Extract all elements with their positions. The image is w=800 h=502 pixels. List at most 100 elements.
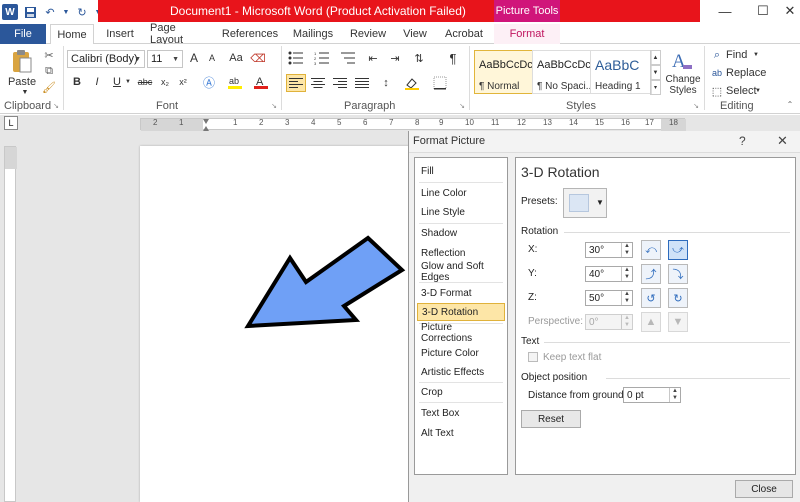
category-text-box[interactable]: Text Box xyxy=(417,404,505,422)
align-right-button[interactable] xyxy=(330,74,350,92)
increase-indent-icon[interactable]: ⇥ xyxy=(386,50,404,66)
category-fill[interactable]: Fill xyxy=(417,162,505,180)
category-alt-text[interactable]: Alt Text xyxy=(417,424,505,442)
multilevel-list-icon[interactable] xyxy=(338,50,358,66)
shrink-font-button[interactable]: A xyxy=(204,50,220,66)
rotate-down-icon[interactable]: ⤵ xyxy=(668,264,688,284)
perspective-input[interactable]: 0° ▲ ▼ xyxy=(585,314,633,330)
bullets-icon[interactable] xyxy=(286,50,306,66)
chevron-down-icon[interactable]: ▼ xyxy=(124,74,132,90)
decrease-indent-icon[interactable]: ⇤ xyxy=(364,50,382,66)
style-normal[interactable]: AaBbCcDc ¶ Normal xyxy=(474,50,536,94)
grow-font-button[interactable]: A xyxy=(186,50,202,66)
rotate-counterclockwise-icon[interactable]: ↺ xyxy=(641,288,661,308)
italic-button[interactable]: I xyxy=(90,74,104,90)
tab-insert[interactable]: Insert xyxy=(102,24,138,44)
undo-icon[interactable]: ↶ xyxy=(42,4,58,20)
category-3d-format[interactable]: 3-D Format xyxy=(417,284,505,302)
save-icon[interactable] xyxy=(22,4,38,20)
y-rotation-input[interactable]: 40° ▲ ▼ xyxy=(585,266,633,282)
paragraph-launcher-icon[interactable]: ↘ xyxy=(458,102,466,110)
clear-formatting-icon[interactable]: ⌫ xyxy=(250,50,266,66)
style-no-spacing[interactable]: AaBbCcDc ¶ No Spaci... xyxy=(532,50,594,94)
tab-mailings[interactable]: Mailings xyxy=(290,24,336,44)
chevron-down-icon[interactable]: ▼ xyxy=(62,4,70,20)
spinner-arrows-icon[interactable]: ▲ ▼ xyxy=(621,291,632,305)
keep-text-flat-checkbox[interactable] xyxy=(528,352,538,362)
close-icon[interactable]: ✕ xyxy=(777,133,788,149)
category-glow-soft-edges[interactable]: Glow and Soft Edges xyxy=(417,261,505,283)
tab-page-layout[interactable]: Page Layout xyxy=(150,22,210,46)
spinner-arrows-icon[interactable]: ▲ ▼ xyxy=(669,388,680,402)
font-launcher-icon[interactable]: ↘ xyxy=(270,102,278,110)
highlight-icon[interactable]: ab xyxy=(226,74,244,90)
sort-icon[interactable]: ⇅ xyxy=(410,50,428,66)
replace-icon[interactable]: ab xyxy=(710,66,724,80)
x-rotation-input[interactable]: 30° ▲ ▼ xyxy=(585,242,633,258)
font-color-icon[interactable]: A xyxy=(252,74,270,90)
change-styles-icon[interactable]: A xyxy=(670,48,694,72)
style-heading-1[interactable]: AaBbC Heading 1 xyxy=(590,50,652,94)
horizontal-ruler[interactable]: 2 1 1 2 3 4 5 6 7 8 9 10 11 12 13 14 15 … xyxy=(140,118,686,131)
format-painter-icon[interactable]: 🖌 xyxy=(42,80,56,94)
redo-icon[interactable]: ↻ xyxy=(74,4,90,20)
tab-review[interactable]: Review xyxy=(348,24,388,44)
select-button[interactable]: Select xyxy=(726,84,757,98)
justify-button[interactable] xyxy=(352,74,372,92)
numbering-icon[interactable]: 123 xyxy=(312,50,332,66)
paste-dropdown-icon[interactable]: ▼ xyxy=(20,88,30,96)
category-picture-corrections[interactable]: Picture Corrections xyxy=(417,322,505,344)
category-crop[interactable]: Crop xyxy=(417,383,505,401)
font-name-dropdown[interactable]: Calibri (Body) ▼ xyxy=(67,50,145,68)
cut-icon[interactable]: ✂ xyxy=(42,48,56,62)
find-icon[interactable]: ⌕ xyxy=(710,48,724,62)
close-window-button[interactable]: ✕ xyxy=(772,0,800,22)
underline-button[interactable]: U xyxy=(110,74,124,90)
change-case-button[interactable]: Aa xyxy=(226,50,246,66)
superscript-button[interactable]: x² xyxy=(176,74,190,90)
line-spacing-icon[interactable]: ↕ xyxy=(376,74,396,92)
reset-button[interactable]: Reset xyxy=(521,410,581,428)
rotate-clockwise-icon[interactable]: ↻ xyxy=(668,288,688,308)
show-formatting-button[interactable]: ¶ xyxy=(444,50,462,66)
styles-scroll-up-icon[interactable]: ▲ xyxy=(650,50,661,65)
shading-icon[interactable] xyxy=(402,74,422,92)
styles-launcher-icon[interactable]: ↘ xyxy=(692,102,700,110)
category-3d-rotation[interactable]: 3-D Rotation xyxy=(417,303,505,321)
paste-icon[interactable] xyxy=(10,48,34,76)
tab-file[interactable]: File xyxy=(0,24,46,44)
tab-view[interactable]: View xyxy=(400,24,430,44)
subscript-button[interactable]: x₂ xyxy=(158,74,172,90)
replace-button[interactable]: Replace xyxy=(726,66,766,80)
tab-selector-button[interactable]: L xyxy=(4,116,18,130)
spinner-arrows-icon[interactable]: ▲ ▼ xyxy=(621,267,632,281)
widen-field-icon[interactable]: ▼ xyxy=(668,312,688,332)
rotate-left-icon[interactable]: ⤺ xyxy=(641,240,661,260)
change-styles-button[interactable]: Change Styles xyxy=(664,74,702,96)
borders-icon[interactable] xyxy=(430,74,450,92)
select-icon[interactable]: ⬚ xyxy=(710,84,724,98)
vertical-ruler[interactable] xyxy=(4,146,17,502)
help-icon[interactable]: ? xyxy=(739,134,746,148)
styles-scroll-down-icon[interactable]: ▼ xyxy=(650,65,661,80)
category-reflection[interactable]: Reflection xyxy=(417,244,505,262)
spinner-arrows-icon[interactable]: ▲ ▼ xyxy=(621,315,632,329)
tab-home[interactable]: Home xyxy=(50,24,94,45)
text-effects-icon[interactable]: Ⓐ xyxy=(200,74,218,90)
font-size-dropdown[interactable]: 11 ▼ xyxy=(147,50,183,68)
strikethrough-button[interactable]: abc xyxy=(136,74,154,90)
chevron-down-icon[interactable]: ▼ xyxy=(754,84,762,98)
tab-format[interactable]: Format xyxy=(494,24,560,44)
chevron-down-icon[interactable]: ▼ xyxy=(752,48,760,62)
clipboard-launcher-icon[interactable]: ↘ xyxy=(52,102,60,110)
z-rotation-input[interactable]: 50° ▲ ▼ xyxy=(585,290,633,306)
word-app-icon[interactable]: W xyxy=(2,4,18,20)
align-left-button[interactable] xyxy=(286,74,306,92)
styles-more-icon[interactable]: ▾ xyxy=(650,80,661,95)
close-button[interactable]: Close xyxy=(735,480,793,498)
rotate-right-icon[interactable]: ⤻ xyxy=(668,240,688,260)
paste-button[interactable]: Paste xyxy=(8,76,36,88)
spinner-arrows-icon[interactable]: ▲ ▼ xyxy=(621,243,632,257)
minimize-button[interactable]: — xyxy=(707,0,743,22)
category-shadow[interactable]: Shadow xyxy=(417,224,505,242)
